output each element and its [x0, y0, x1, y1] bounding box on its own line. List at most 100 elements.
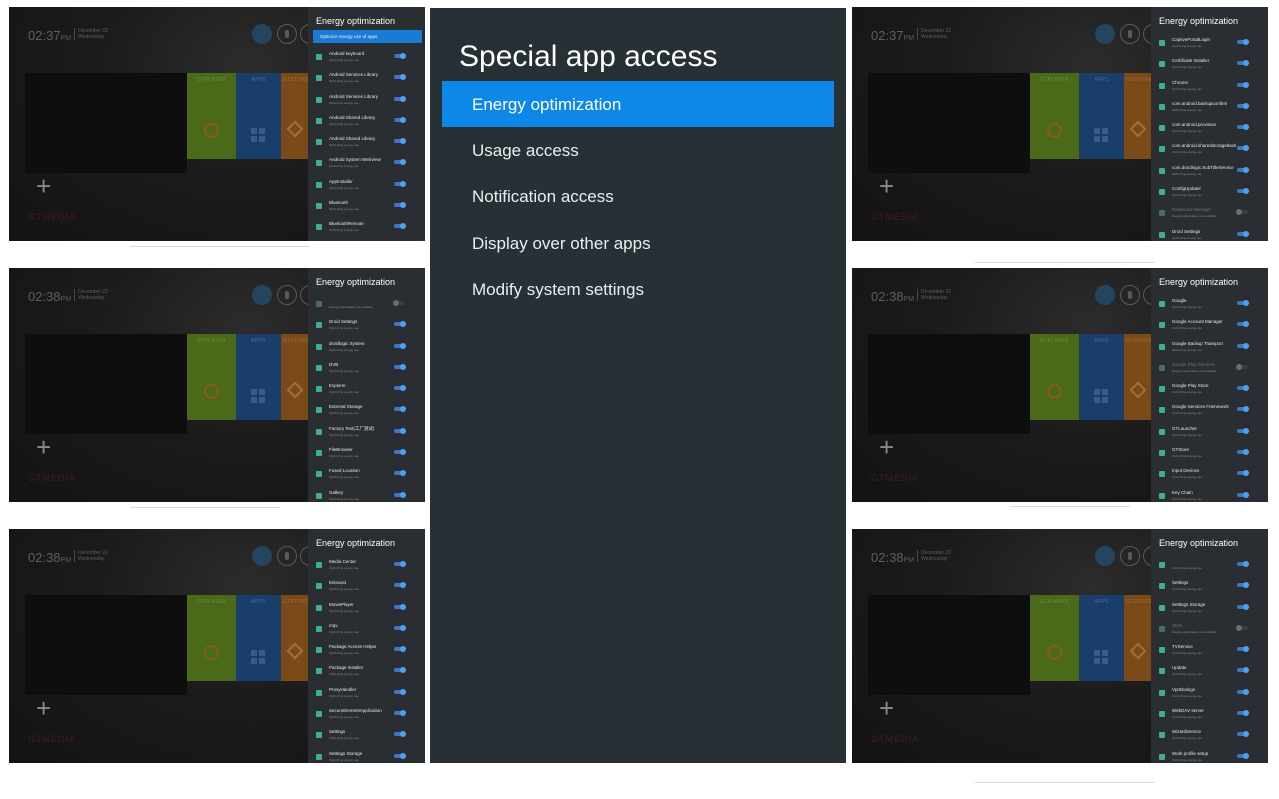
toggle-switch[interactable] — [394, 688, 406, 695]
app-row[interactable]: Certificate Installer Optimizing energy u… — [1151, 56, 1268, 77]
app-row[interactable]: Miracast Optimizing energy use — [308, 578, 425, 599]
toggle-switch[interactable] — [394, 710, 406, 717]
toggle-switch[interactable] — [394, 646, 406, 653]
app-row[interactable]: Android Shared Library Optimizing energy … — [308, 134, 425, 155]
app-row[interactable]: com.android.sharedstoragebackup Optimizin… — [1151, 141, 1268, 162]
toggle-switch[interactable] — [394, 561, 406, 567]
info-icon[interactable] — [277, 546, 297, 566]
app-row[interactable]: Google Backup Transport Optimizing energy… — [1151, 339, 1268, 360]
toggle-switch[interactable] — [1237, 449, 1249, 456]
toggle-switch[interactable] — [1237, 39, 1249, 45]
toggle-switch[interactable] — [394, 624, 406, 631]
toggle-switch[interactable] — [1237, 60, 1249, 67]
toggle-switch[interactable] — [1236, 209, 1248, 216]
app-row[interactable]: Android Services Library Optimizing energ… — [308, 92, 425, 113]
add-icon[interactable]: + — [36, 173, 51, 199]
toggle-switch[interactable] — [1237, 752, 1249, 759]
app-row[interactable]: Google Account Manager Optimizing energy … — [1151, 317, 1268, 338]
toggle-switch[interactable] — [1237, 145, 1249, 152]
app-row[interactable]: com.android.backupconfirm Optimizing ener… — [1151, 99, 1268, 120]
app-row[interactable]: WizardService Optimizing energy use — [1151, 727, 1268, 748]
menu-item-modify-system-settings[interactable]: Modify system settings — [442, 266, 834, 312]
app-row[interactable]: External Storage Optimizing energy use — [308, 402, 425, 423]
toggle-switch[interactable] — [1237, 470, 1249, 477]
app-row[interactable]: Package Access Helper Optimizing energy u… — [308, 642, 425, 663]
app-row[interactable]: Optimizing energy use — [1151, 557, 1268, 578]
app-row[interactable]: ConfigUpdater Optimizing energy use — [1151, 184, 1268, 205]
tile-gtplayer[interactable]: GTPLAYER — [187, 334, 236, 420]
toggle-switch[interactable] — [1237, 300, 1249, 306]
toggle-switch[interactable] — [1236, 624, 1248, 631]
toggle-switch[interactable] — [1237, 667, 1249, 674]
info-icon[interactable] — [277, 24, 297, 44]
toggle-switch[interactable] — [394, 363, 406, 370]
tile-apps[interactable]: APPS — [1079, 334, 1124, 420]
app-row[interactable]: Media Center Optimizing energy use — [308, 557, 425, 578]
toggle-switch[interactable] — [394, 582, 406, 589]
app-row[interactable]: Google Optimizing energy use — [1151, 296, 1268, 317]
app-row[interactable]: DVB Optimizing energy use — [308, 360, 425, 381]
add-icon[interactable]: + — [879, 695, 894, 721]
toggle-switch[interactable] — [394, 427, 406, 434]
toggle-switch[interactable] — [1237, 81, 1249, 88]
toggle-switch[interactable] — [394, 342, 406, 349]
account-icon[interactable] — [252, 24, 272, 44]
tile-gtstore[interactable]: GTSTORE — [281, 595, 311, 681]
account-icon[interactable] — [1095, 546, 1115, 566]
info-icon[interactable] — [277, 285, 297, 305]
info-icon[interactable] — [1120, 24, 1140, 44]
toggle-switch[interactable] — [1237, 406, 1249, 413]
app-row[interactable]: WebDAV server Optimizing energy use — [1151, 706, 1268, 727]
tile-gtplayer[interactable]: GTPLAYER — [1030, 595, 1079, 681]
toggle-switch[interactable] — [1237, 427, 1249, 434]
tile-gtplayer[interactable]: GTPLAYER — [187, 595, 236, 681]
tile-apps[interactable]: APPS — [1079, 595, 1124, 681]
app-row[interactable]: Bluetooth Optimizing energy use — [308, 198, 425, 219]
add-icon[interactable]: + — [36, 695, 51, 721]
toggle-switch[interactable] — [394, 406, 406, 413]
app-row[interactable]: Update Optimizing energy use — [1151, 663, 1268, 684]
toggle-switch[interactable] — [394, 449, 406, 456]
toggle-switch[interactable] — [394, 180, 406, 187]
tile-apps[interactable]: APPS — [236, 73, 281, 159]
toggle-switch[interactable] — [394, 491, 406, 498]
account-icon[interactable] — [1095, 24, 1115, 44]
toggle-switch[interactable] — [394, 74, 406, 81]
app-row[interactable]: Android keyboard Optimizing energy use — [308, 49, 425, 70]
app-row[interactable]: Chrome Optimizing energy use — [1151, 78, 1268, 99]
menu-item-energy-optimization[interactable]: Energy optimization — [442, 81, 834, 128]
app-row[interactable]: Input Devices Optimizing energy use — [1151, 466, 1268, 487]
toggle-switch[interactable] — [394, 752, 406, 759]
tile-gtstore[interactable]: GTSTORE — [281, 334, 311, 420]
toggle-switch[interactable] — [1237, 188, 1249, 195]
app-row[interactable]: com.android.provision Optimizing energy u… — [1151, 120, 1268, 141]
toggle-switch[interactable] — [1237, 342, 1249, 349]
toggle-switch[interactable] — [394, 95, 406, 102]
toggle-switch[interactable] — [393, 300, 405, 306]
info-icon[interactable] — [1120, 546, 1140, 566]
app-row[interactable]: Droid Settings Optimizing energy use — [1151, 227, 1268, 241]
tile-gtstore[interactable]: GTSTORE — [1124, 73, 1154, 159]
toggle-switch[interactable] — [1237, 166, 1249, 173]
toggle-switch[interactable] — [394, 202, 406, 209]
app-row[interactable]: AppInstaller Optimizing energy use — [308, 177, 425, 198]
app-row[interactable]: Google Play Store Optimizing energy use — [1151, 381, 1268, 402]
app-row[interactable]: CaptivePortalLogin Optimizing energy use — [1151, 35, 1268, 56]
app-row[interactable]: Droid Settings Optimizing energy use — [308, 317, 425, 338]
app-row[interactable]: GTLauncher Optimizing energy use — [1151, 424, 1268, 445]
app-row[interactable]: Settings Optimizing energy use — [1151, 578, 1268, 599]
tile-gtstore[interactable]: GTSTORE — [1124, 334, 1154, 420]
app-row[interactable]: FileBrowser Optimizing energy use — [308, 445, 425, 466]
app-row[interactable]: GTStore Optimizing energy use — [1151, 445, 1268, 466]
tile-apps[interactable]: APPS — [236, 595, 281, 681]
toggle-switch[interactable] — [394, 385, 406, 392]
app-row[interactable]: Shell Energy optimization not available — [1151, 621, 1268, 642]
add-icon[interactable]: + — [36, 434, 51, 460]
tile-gtplayer[interactable]: GTPLAYER — [1030, 73, 1079, 159]
add-icon[interactable]: + — [879, 434, 894, 460]
tile-apps[interactable]: APPS — [1079, 73, 1124, 159]
menu-item-display-over-other-apps[interactable]: Display over other apps — [442, 220, 834, 266]
toggle-switch[interactable] — [1237, 491, 1249, 498]
toggle-switch[interactable] — [1237, 102, 1249, 109]
toggle-switch[interactable] — [1237, 603, 1249, 610]
